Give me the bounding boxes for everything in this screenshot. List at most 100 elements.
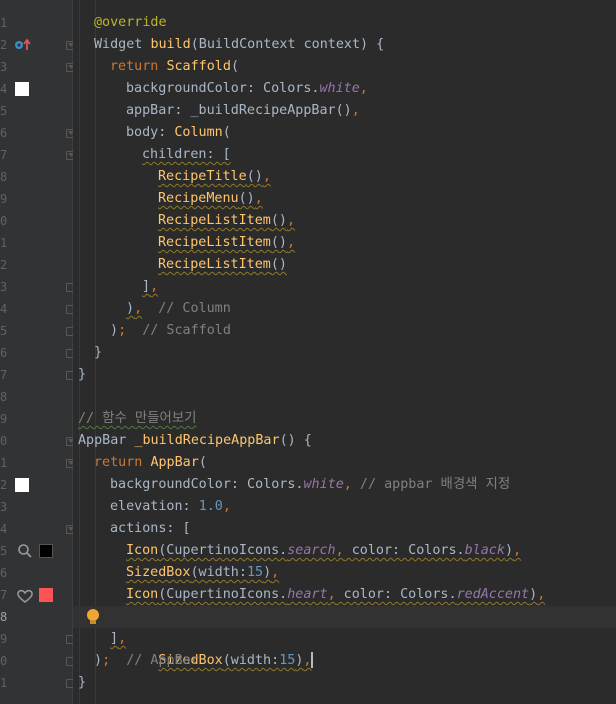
code-line[interactable]: elevation: 1.0, (73, 496, 616, 518)
code-line[interactable]: RecipeMenu(), (73, 188, 616, 210)
code-line[interactable]: // 함수 만들어보기 (73, 408, 616, 430)
code-line[interactable]: RecipeListItem() (73, 254, 616, 276)
punct-token: , (222, 499, 231, 514)
line-number: 0 (0, 214, 8, 228)
code-line-current[interactable]: SizedBox(width:15), (73, 606, 616, 668)
override-up-arrow-icon[interactable] (14, 38, 32, 52)
line-number: 0 (0, 434, 8, 448)
code-token: () (270, 213, 287, 228)
color-swatch-white[interactable] (15, 478, 29, 492)
punct-token: , (118, 631, 127, 646)
code-token: AppBar (78, 433, 135, 448)
code-line[interactable]: ), // Column (73, 298, 616, 320)
comment-token: // AppBar (126, 653, 199, 668)
number-token: 1.0 (198, 499, 223, 514)
code-line[interactable]: ); // Scaffold (73, 320, 616, 342)
class-token: RecipeListItem (158, 235, 271, 250)
line-number: 6 (0, 346, 8, 360)
color-swatch-white[interactable] (15, 82, 29, 96)
code-line[interactable]: backgroundColor: Colors.white, // appbar… (73, 474, 616, 496)
function-name-token: build (150, 37, 191, 52)
punct-token: , (262, 169, 271, 184)
search-icon[interactable] (17, 543, 33, 559)
constant-token: black (464, 543, 505, 558)
lightbulb-icon[interactable] (85, 608, 101, 626)
code-token: () { (279, 433, 312, 448)
code-line[interactable]: Widget build(BuildContext context) { (73, 34, 616, 56)
code-token: } (78, 675, 87, 690)
code-line[interactable]: ], (73, 276, 616, 298)
constant-token: white (319, 81, 360, 96)
annotation-token: @override (94, 15, 167, 30)
punct-token: , (359, 81, 368, 96)
keyword-token: return (110, 59, 167, 74)
class-token: Scaffold (166, 59, 231, 74)
code-line[interactable]: children: [ (73, 144, 616, 166)
code-token: (CupertinoIcons. (158, 587, 288, 602)
code-line[interactable]: Icon(CupertinoIcons.heart, color: Colors… (73, 584, 616, 606)
line-number: 2 (0, 38, 8, 52)
punct-token: , (335, 543, 344, 558)
class-token: Icon (126, 587, 159, 602)
code-line[interactable]: RecipeListItem(), (73, 232, 616, 254)
code-line[interactable]: AppBar _buildRecipeAppBar() { (73, 430, 616, 452)
code-token: () (270, 235, 287, 250)
code-line[interactable]: @override (73, 12, 616, 34)
code-line[interactable]: ], (73, 628, 616, 650)
class-token: RecipeListItem (158, 213, 271, 228)
code-line[interactable] (73, 386, 616, 408)
line-number: 7 (0, 368, 8, 382)
code-editor[interactable]: @override Widget build(BuildContext cont… (73, 0, 616, 704)
punct-token: , (351, 103, 360, 118)
code-token: ) (94, 653, 103, 668)
code-line[interactable]: RecipeListItem(), (73, 210, 616, 232)
punct-token: , (150, 279, 159, 294)
code-token: ) (126, 301, 135, 316)
code-token: } (78, 367, 87, 382)
code-line[interactable]: actions: [ (73, 518, 616, 540)
punct-token: , (134, 301, 143, 316)
line-number: 0 (0, 654, 8, 668)
code-token: (CupertinoIcons. (158, 543, 288, 558)
code-line[interactable]: body: Column( (73, 122, 616, 144)
code-line[interactable]: backgroundColor: Colors.white, (73, 78, 616, 100)
code-token: (BuildContext context) { (190, 37, 385, 52)
line-number: 2 (0, 478, 8, 492)
line-number: 9 (0, 632, 8, 646)
code-line[interactable]: Icon(CupertinoIcons.search, color: Color… (73, 540, 616, 562)
code-token: Widget (94, 37, 151, 52)
keyword-token: return (94, 455, 151, 470)
comment-token: // 함수 만들어보기 (78, 411, 197, 426)
line-number: 1 (0, 16, 8, 30)
line-number: 6 (0, 566, 8, 580)
line-number: 8 (0, 170, 8, 184)
code-line[interactable]: } (73, 672, 616, 694)
function-name-token: _buildRecipeAppBar (134, 433, 280, 448)
comment-token: // Column (158, 301, 231, 316)
class-token: RecipeMenu (158, 191, 239, 206)
heart-icon[interactable] (16, 588, 34, 604)
color-swatch-black[interactable] (39, 544, 53, 558)
code-token: actions: [ (110, 521, 191, 536)
code-token: () (270, 257, 287, 272)
code-line[interactable]: } (73, 364, 616, 386)
line-number: 1 (0, 456, 8, 470)
color-swatch-red-accent[interactable] (39, 588, 53, 602)
line-number: 5 (0, 104, 8, 118)
code-line[interactable]: SizedBox(width:15), (73, 562, 616, 584)
comment-token: // Scaffold (142, 323, 231, 338)
class-token: RecipeListItem (158, 257, 271, 272)
code-token: ) (263, 565, 272, 580)
line-number: 7 (0, 148, 8, 162)
code-token: elevation: (110, 499, 199, 514)
line-number: 3 (0, 60, 8, 74)
code-line[interactable]: ); // AppBar (73, 650, 616, 672)
line-number: 7 (0, 588, 8, 602)
code-line[interactable]: } (73, 342, 616, 364)
code-line[interactable]: appBar: _buildRecipeAppBar(), (73, 100, 616, 122)
class-token: SizedBox (126, 565, 191, 580)
code-line[interactable]: return Scaffold( (73, 56, 616, 78)
code-line[interactable]: return AppBar( (73, 452, 616, 474)
line-number: 4 (0, 302, 8, 316)
code-line[interactable]: RecipeTitle(), (73, 166, 616, 188)
